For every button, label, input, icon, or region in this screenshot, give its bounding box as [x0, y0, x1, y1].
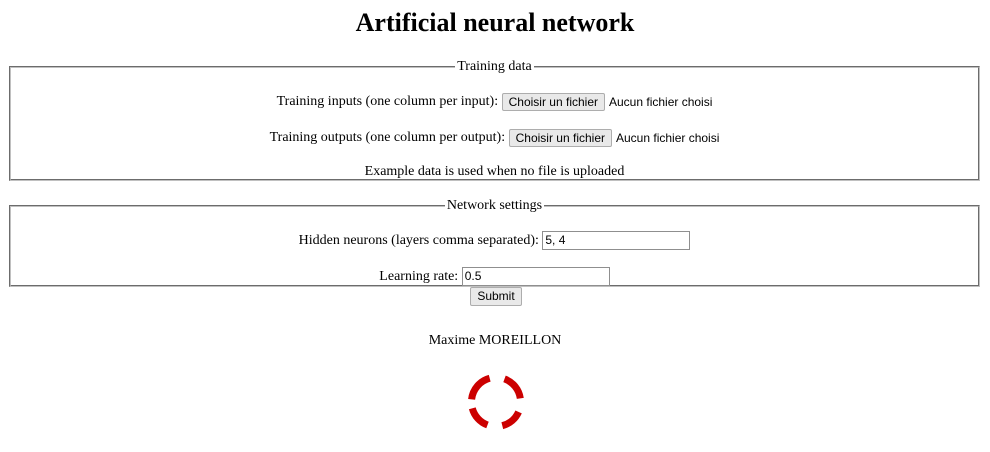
training-outputs-file-button[interactable]: Choisir un fichier: [508, 128, 612, 147]
hidden-neurons-input[interactable]: 5, 4: [542, 231, 691, 251]
training-outputs-row: Training outputs (one column per output)…: [11, 128, 978, 148]
page-title: Artificial neural network: [355, 8, 635, 37]
training-inputs-file-button[interactable]: Choisir un fichier: [501, 92, 605, 111]
training-inputs-label: Training inputs (one column per input):: [276, 94, 499, 109]
page: Artificial neural network Training data …: [0, 0, 990, 452]
logo-arc-bottom-left: [468, 407, 489, 429]
learning-rate-label: Learning rate:: [379, 269, 459, 284]
logo-arc-top-right: [503, 375, 524, 400]
circular-arcs-logo-icon: [468, 374, 524, 430]
training-outputs-label: Training outputs (one column per output)…: [269, 130, 506, 145]
learning-rate-row: Learning rate: 0.5: [11, 267, 978, 287]
training-outputs-file-status: Aucun fichier choisi: [616, 130, 720, 145]
author-name: Maxime MOREILLON: [428, 333, 562, 348]
network-settings-fieldset: Network settings Hidden neurons (layers …: [9, 199, 980, 287]
hidden-neurons-row: Hidden neurons (layers comma separated):…: [11, 231, 978, 251]
training-data-legend: Training data: [457, 59, 532, 74]
learning-rate-input[interactable]: 0.5: [461, 267, 610, 287]
example-data-note: Example data is used when no file is upl…: [364, 164, 625, 179]
logo-arcs: [468, 374, 524, 430]
logo-arc-top-left: [468, 374, 491, 401]
training-inputs-row: Training inputs (one column per input): …: [11, 92, 978, 112]
training-inputs-file-status: Aucun fichier choisi: [609, 94, 713, 109]
network-settings-legend: Network settings: [446, 198, 543, 213]
submit-button[interactable]: Submit: [470, 287, 522, 306]
training-data-fieldset: Training data Training inputs (one colum…: [9, 60, 980, 181]
hidden-neurons-label: Hidden neurons (layers comma separated):: [298, 233, 539, 248]
logo-arc-bottom-right: [501, 410, 522, 430]
